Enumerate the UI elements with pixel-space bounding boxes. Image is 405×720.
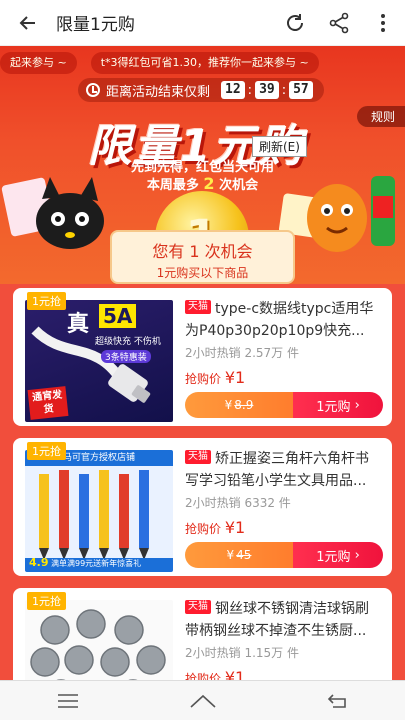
countdown: 距离活动结束仅剩 12: 39: 57 xyxy=(78,78,324,102)
image-text: 5A xyxy=(99,304,137,328)
refresh-icon[interactable] xyxy=(273,0,317,46)
buy-button[interactable]: ¥45 1元购 › xyxy=(185,542,383,568)
limit-prefix: 本周最多 xyxy=(146,178,199,193)
product-image[interactable]: 真 5A 超级快充 不伤机 3条特惠装 通宵发货 xyxy=(25,300,173,422)
product-image[interactable]: 马可官方授权店铺 4.9 满单满99元送新年惊喜礼 xyxy=(25,450,173,572)
price-value: ¥1 xyxy=(224,368,246,387)
refresh-tooltip[interactable]: 刷新(E) xyxy=(252,136,307,157)
page-title: 限量1元购 xyxy=(56,15,135,35)
image-text: 通宵发货 xyxy=(27,386,69,420)
tmall-badge: 天猫 xyxy=(185,300,211,314)
more-vertical-icon[interactable] xyxy=(361,0,405,46)
image-text: 3条特惠装 xyxy=(101,350,151,363)
back-arrow-icon[interactable] xyxy=(0,0,56,46)
sold-count: 2小时热销 2.57万 件 xyxy=(185,346,299,360)
product-title[interactable]: 钢丝球不锈钢清洁球锅刷带柄钢丝球不掉渣不生锈厨... xyxy=(185,598,381,642)
chevron-right-icon: › xyxy=(354,397,360,413)
product-title[interactable]: type-c数据线typc适用华为P40p30p20p10p9快充... xyxy=(185,298,381,342)
original-price-value: 8.9 xyxy=(234,398,254,412)
sold-count: 2小时热销 6332 件 xyxy=(185,496,291,510)
pencils-image xyxy=(25,470,173,572)
price: 抢购价 ¥1 xyxy=(185,518,245,537)
product-card[interactable]: 1元抢 马可官方授权店铺 4.9 满单满99元送新年惊喜礼 矫正握姿三角杆六角杆… xyxy=(13,438,392,576)
product-title[interactable]: 矫正握姿三角杆六角杆书写学习铅笔小学生文具用品... xyxy=(185,448,381,492)
one-yuan-badge: 1元抢 xyxy=(27,292,66,310)
top-bar: 限量1元购 xyxy=(0,0,405,46)
one-yuan-badge: 1元抢 xyxy=(27,592,66,610)
original-price: ¥8.9 xyxy=(185,392,293,418)
share-icon[interactable] xyxy=(317,0,361,46)
product-card[interactable]: 1元抢 真 5A 超级快充 不伤机 3条特惠装 通宵发货 type-c数据线ty… xyxy=(13,288,392,426)
original-price-value: 45 xyxy=(236,548,252,562)
menu-icon[interactable] xyxy=(38,681,98,720)
system-nav-bar xyxy=(0,680,405,720)
buy-label[interactable]: 1元购 › xyxy=(293,542,383,568)
chance-desc: 1元购买以下商品 xyxy=(156,266,249,280)
home-icon[interactable] xyxy=(173,681,233,720)
chance-box: 您有 1 次机会 1元购买以下商品 xyxy=(110,230,295,284)
tmall-badge: 天猫 xyxy=(185,600,211,614)
image-text: 满单满99元送新年惊喜礼 xyxy=(51,559,142,568)
buy-label-text: 1元购 xyxy=(316,399,351,415)
price: 抢购价 ¥1 xyxy=(185,368,245,387)
chance-count: 您有 1 次机会 xyxy=(152,242,253,261)
buy-label[interactable]: 1元购 › xyxy=(293,392,383,418)
countdown-label: 距离活动结束仅剩 xyxy=(106,84,211,100)
image-text: 4.9 xyxy=(29,556,49,569)
buy-button[interactable]: ¥8.9 1元购 › xyxy=(185,392,383,418)
product-list: 1元抢 真 5A 超级快充 不伤机 3条特惠装 通宵发货 type-c数据线ty… xyxy=(0,284,405,720)
original-price: ¥45 xyxy=(185,542,293,568)
countdown-minutes: 39 xyxy=(255,81,279,99)
buy-label-text: 1元购 xyxy=(316,549,351,565)
price-label: 抢购价 xyxy=(185,522,222,536)
price-value: ¥1 xyxy=(224,518,246,537)
tmall-badge: 天猫 xyxy=(185,450,211,464)
sold-count: 2小时热销 1.15万 件 xyxy=(185,646,299,660)
ticker-item: t*3得红包可省1.30，推荐你一起来参与 ~ xyxy=(90,52,319,74)
countdown-seconds: 57 xyxy=(289,81,313,99)
rules-button[interactable]: 规则 xyxy=(356,106,405,127)
ticker-item: 起来参与 ~ xyxy=(0,52,77,74)
price-label: 抢购价 xyxy=(185,372,222,386)
limit-suffix: 次机会 xyxy=(219,178,259,193)
clock-icon xyxy=(86,83,100,97)
one-yuan-badge: 1元抢 xyxy=(27,442,66,460)
image-text: 真 xyxy=(67,312,90,337)
image-text: 超级快充 不伤机 xyxy=(95,337,161,347)
promo-banner: 起来参与 ~ t*3得红包可省1.30，推荐你一起来参与 ~ 距离活动结束仅剩 … xyxy=(0,46,405,286)
ticker: 起来参与 ~ t*3得红包可省1.30，推荐你一起来参与 ~ xyxy=(0,52,405,74)
chevron-right-icon: › xyxy=(354,547,360,563)
nav-back-icon[interactable] xyxy=(308,681,368,720)
countdown-hours: 12 xyxy=(221,81,245,99)
